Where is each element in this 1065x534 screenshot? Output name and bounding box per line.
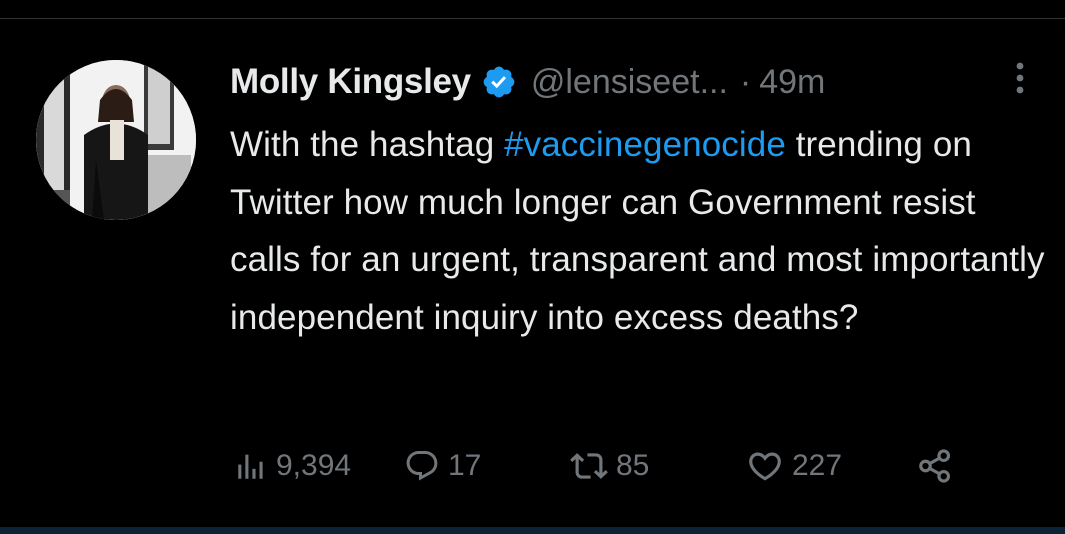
author-handle[interactable]: @lensiseet... [531,63,728,102]
views-button[interactable]: 9,394 [234,440,351,492]
tweet-actions: 9,394 17 85 227 [234,440,994,492]
share-button[interactable] [916,440,954,492]
verified-badge-icon [481,64,517,100]
tweet-timestamp[interactable]: 49m [759,63,825,102]
retweet-icon [570,453,608,479]
like-icon [749,452,781,481]
views-count: 9,394 [276,449,352,482]
tweet-text: With the hashtag #vaccinegenocide trendi… [230,116,1050,346]
separator-dot: · [739,62,752,101]
like-button[interactable]: 227 [746,440,842,492]
hashtag-link[interactable]: #vaccinegenocide [504,125,786,164]
retweet-button[interactable]: 85 [570,440,649,492]
reply-icon [406,451,438,481]
author-name[interactable]: Molly Kingsley [230,62,471,102]
top-divider [0,18,1065,19]
share-icon [919,449,951,483]
bottom-divider [0,527,1065,534]
tweet-text-part: With the hashtag [230,125,505,164]
reply-button[interactable]: 17 [404,440,481,492]
like-count: 227 [792,449,843,482]
more-options-icon[interactable] [1010,60,1030,100]
reply-count: 17 [448,449,482,482]
avatar[interactable] [36,60,196,220]
tweet-header: Molly Kingsley @lensiseet... · 49m [230,57,825,107]
retweet-count: 85 [616,449,650,482]
views-icon [238,454,263,479]
